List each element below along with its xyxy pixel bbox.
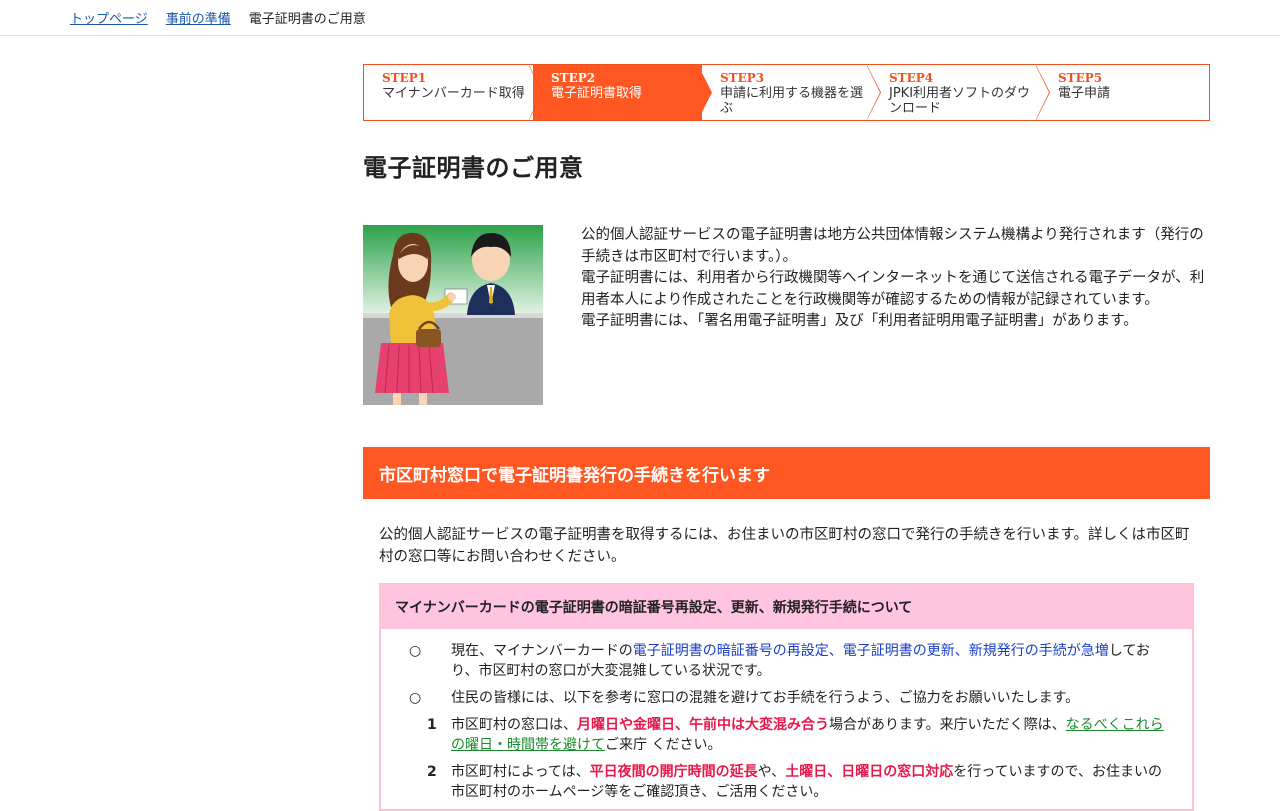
text-segment: 市区町村によっては、 — [451, 764, 590, 780]
step-label: 申請に利用する機器を選ぶ — [720, 86, 864, 116]
highlight-text: 電子証明書の暗証番号の再設定、電子証明書の更新、新規発行の手続が急増 — [632, 643, 1109, 659]
breadcrumb: トップページ 事前の準備 電子証明書のご用意 — [0, 0, 1280, 36]
intro-section: 公的個人認証サービスの電子証明書は地方公共団体情報システム機構より発行されます（… — [363, 225, 1210, 405]
notice-box: マイナンバーカードの電子証明書の暗証番号再設定、更新、新規発行手続について ○ … — [379, 583, 1194, 811]
step-chevron-icon — [1036, 65, 1050, 120]
step-5: STEP5 電子申請 — [1040, 65, 1209, 120]
section-text: 公的個人認証サービスの電子証明書を取得するには、お住まいの市区町村の窓口で発行の… — [379, 527, 1190, 565]
notice-sub-text: 市区町村によっては、平日夜間の開庁時間の延長や、土曜日、日曜日の窓口対応を行って… — [451, 762, 1164, 802]
breadcrumb-home-link[interactable]: トップページ — [70, 8, 148, 27]
item-number: 1 — [427, 717, 437, 733]
page-title: 電子証明書のご用意 — [363, 154, 584, 182]
text-segment: ご来庁 ください。 — [605, 737, 722, 753]
warning-text: 平日夜間の開庁時間の延長 — [589, 764, 758, 780]
notice-item: ○ 現在、マイナンバーカードの電子証明書の暗証番号の再設定、電子証明書の更新、新… — [409, 641, 1164, 681]
step-number: STEP2 — [551, 71, 596, 85]
circle-bullet-icon: ○ — [409, 690, 422, 706]
notice-item: ○ 住民の皆様には、以下を参考に窓口の混雑を避けてお手続を行うよう、ご協力をお願… — [409, 688, 1164, 708]
text-segment: 現在、マイナンバーカードの — [451, 643, 633, 659]
step-3: STEP3 申請に利用する機器を選ぶ — [702, 65, 881, 120]
text-segment: や、 — [757, 764, 786, 780]
step-number: STEP4 — [889, 71, 934, 85]
step-4: STEP4 JPKI利用者ソフトのダウンロード — [871, 65, 1050, 120]
breadcrumb-current: 電子証明書のご用意 — [248, 12, 366, 27]
intro-text: 公的個人認証サービスの電子証明書は地方公共団体情報システム機構より発行されます（… — [581, 225, 1210, 405]
step-label: 電子証明書取得 — [551, 86, 643, 101]
notice-sub-text: 市区町村の窓口は、月曜日や金曜日、午前中は大変混み合う場合があります。来庁いただ… — [451, 715, 1164, 755]
step-label: 電子申請 — [1058, 86, 1111, 101]
intro-paragraph: 公的個人認証サービスの電子証明書は地方公共団体情報システム機構より発行されます（… — [581, 227, 1204, 265]
counter-illustration — [363, 225, 543, 405]
section-heading: 市区町村窓口で電子証明書発行の手続きを行います — [363, 447, 1210, 499]
notice-sub-item: 2 市区町村によっては、平日夜間の開庁時間の延長や、土曜日、日曜日の窓口対応を行… — [409, 762, 1164, 802]
step-chevron-icon — [529, 65, 543, 120]
step-label: JPKI利用者ソフトのダウンロード — [889, 86, 1031, 116]
step-2: STEP2 電子証明書取得 — [533, 65, 712, 120]
notice-heading: マイナンバーカードの電子証明書の暗証番号再設定、更新、新規発行手続について — [381, 585, 1192, 629]
item-number: 2 — [427, 764, 437, 780]
notice-item-text: 住民の皆様には、以下を参考に窓口の混雑を避けてお手続を行うよう、ご協力をお願いい… — [451, 690, 1080, 706]
intro-paragraph: 電子証明書には、「署名用電子証明書」及び「利用者証明用電子証明書」があります。 — [581, 313, 1138, 329]
circle-bullet-icon: ○ — [409, 643, 422, 659]
step-1: STEP1 マイナンバーカード取得 — [364, 65, 543, 120]
step-number: STEP5 — [1058, 71, 1103, 85]
main-content: STEP1 マイナンバーカード取得 STEP2 電子証明書取得 STEP3 申請… — [363, 64, 1210, 811]
step-label: マイナンバーカード取得 — [382, 86, 525, 101]
step-number: STEP3 — [720, 71, 765, 85]
text-segment: 場合があります。来庁いただく際は、 — [829, 717, 1066, 733]
step-progress: STEP1 マイナンバーカード取得 STEP2 電子証明書取得 STEP3 申請… — [363, 64, 1210, 121]
step-chevron-icon — [698, 65, 712, 120]
warning-text: 土曜日、日曜日の窓口対応 — [785, 764, 954, 780]
warning-text: 月曜日や金曜日、午前中は大変混み合う — [577, 717, 829, 733]
breadcrumb-prep-link[interactable]: 事前の準備 — [166, 8, 231, 27]
step-number: STEP1 — [382, 71, 427, 85]
step-chevron-icon — [867, 65, 881, 120]
notice-body: ○ 現在、マイナンバーカードの電子証明書の暗証番号の再設定、電子証明書の更新、新… — [381, 629, 1192, 802]
intro-paragraph: 電子証明書には、利用者から行政機関等へインターネットを通じて送信される電子データ… — [581, 270, 1205, 308]
notice-item-text: 現在、マイナンバーカードの電子証明書の暗証番号の再設定、電子証明書の更新、新規発… — [451, 641, 1164, 681]
notice-sub-item: 1 市区町村の窓口は、月曜日や金曜日、午前中は大変混み合う場合があります。来庁い… — [409, 715, 1164, 755]
text-segment: 市区町村の窓口は、 — [451, 717, 577, 733]
